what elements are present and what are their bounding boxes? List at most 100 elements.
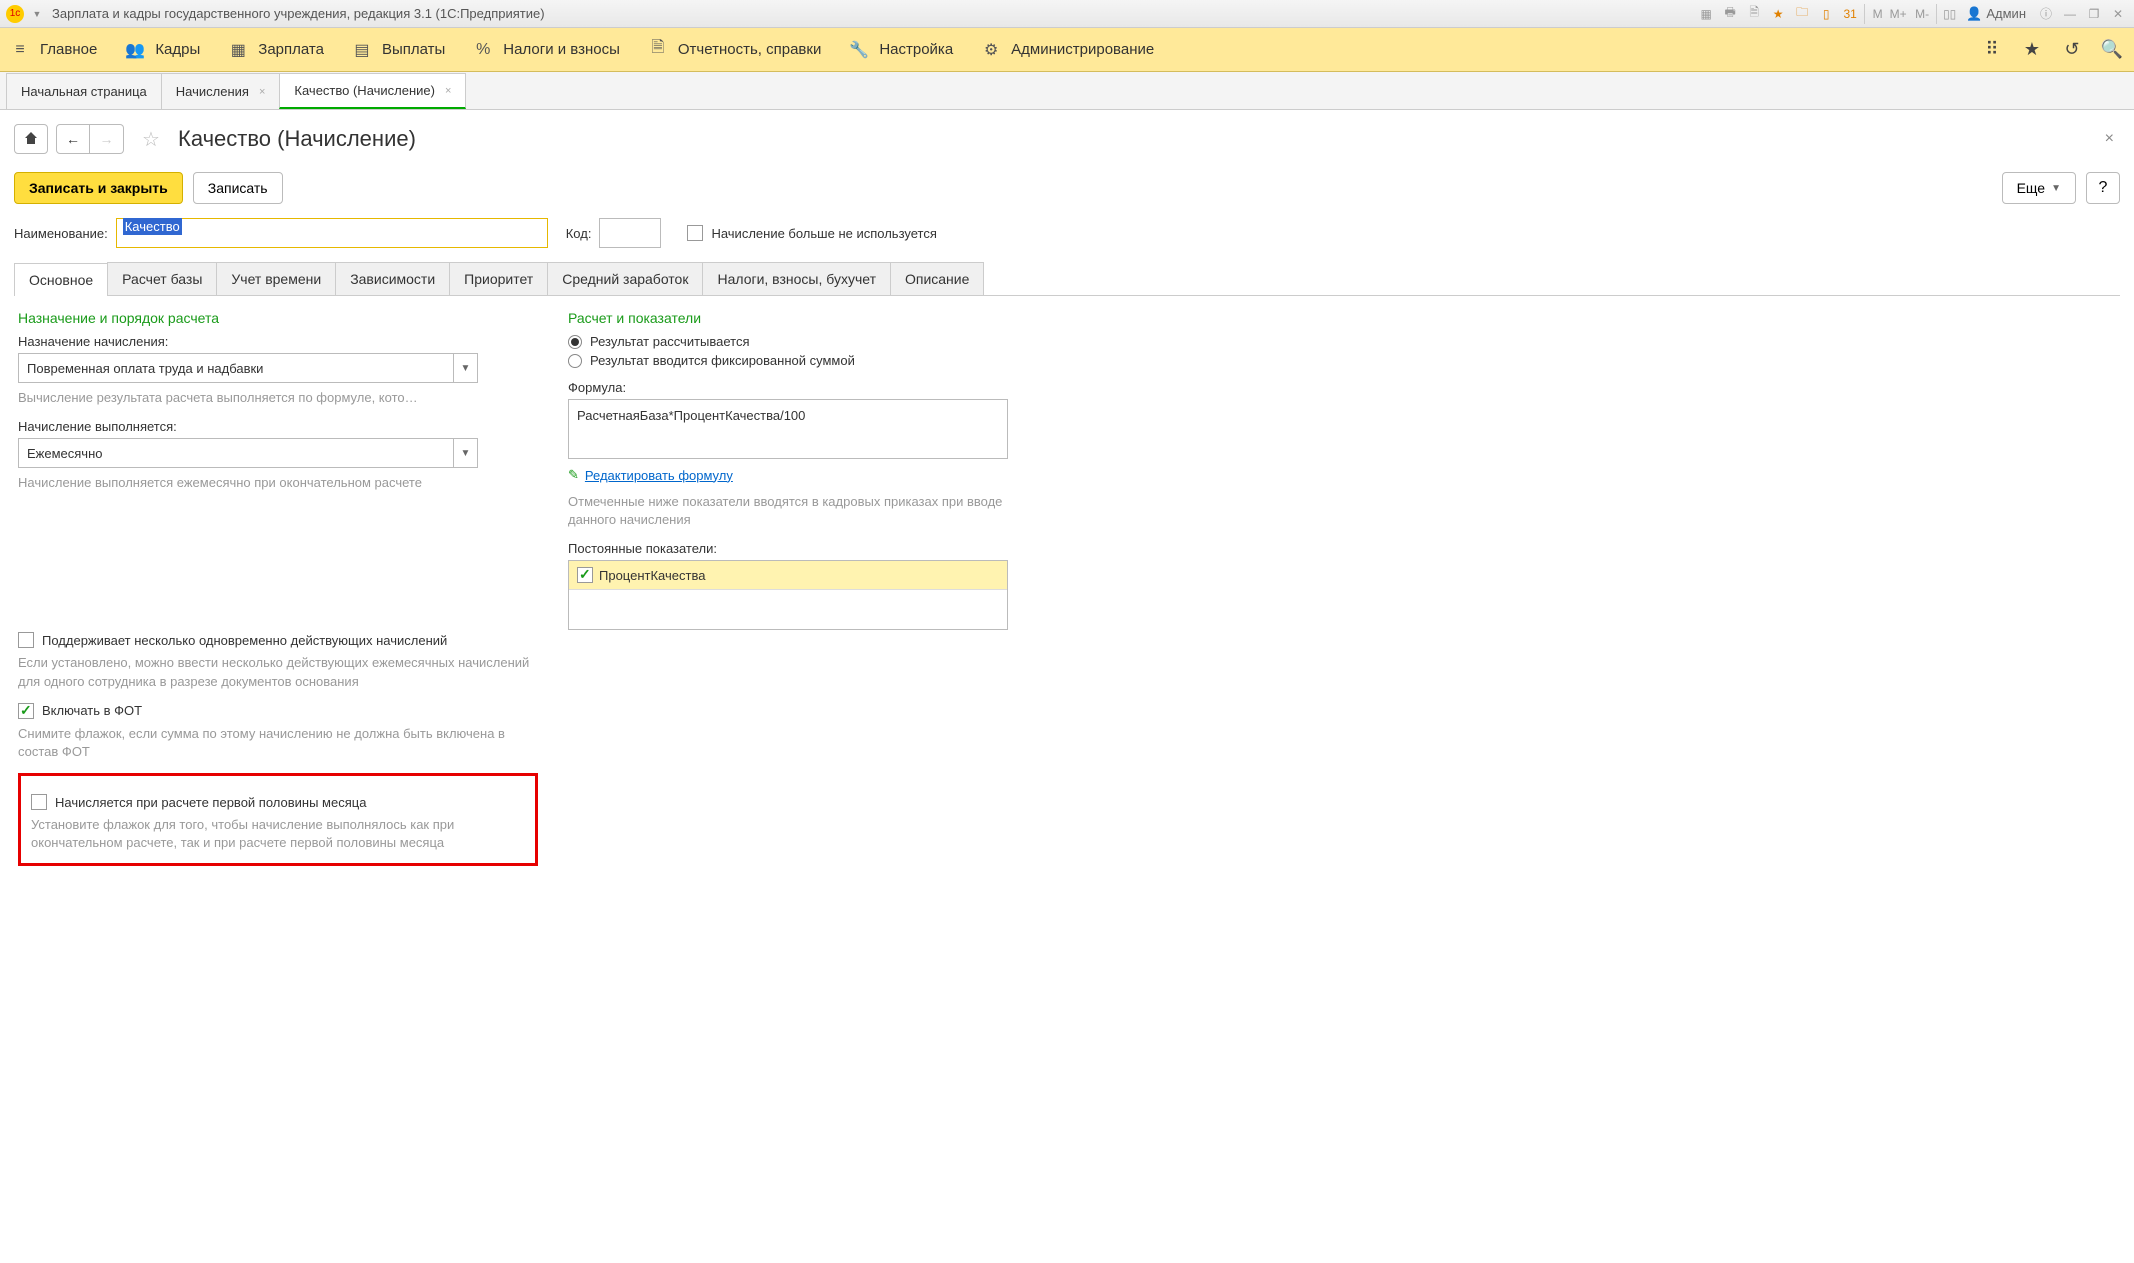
menu-label: Администрирование bbox=[1011, 41, 1154, 58]
multi-checkbox[interactable] bbox=[18, 632, 34, 648]
fot-checkbox[interactable] bbox=[18, 703, 34, 719]
name-value: Качество bbox=[123, 218, 182, 235]
menu-settings[interactable]: 🔧Настройка bbox=[849, 40, 953, 60]
indicator-checkbox[interactable] bbox=[577, 567, 593, 583]
name-input[interactable]: Качество bbox=[116, 218, 548, 248]
calc-m-icon[interactable]: M bbox=[1864, 4, 1884, 24]
tab-kachestvo[interactable]: Качество (Начисление) × bbox=[279, 73, 466, 109]
list-icon: ▤ bbox=[352, 40, 372, 60]
subtab-sredniy[interactable]: Средний заработок bbox=[547, 262, 703, 295]
indicators-hint: Отмеченные ниже показатели вводятся в ка… bbox=[568, 493, 1008, 529]
info-icon[interactable]: ⓘ bbox=[2036, 4, 2056, 24]
subtab-raschet-bazy[interactable]: Расчет базы bbox=[107, 262, 217, 295]
back-button[interactable]: ← bbox=[56, 124, 90, 154]
result-calculated-radio[interactable] bbox=[568, 335, 582, 349]
result-fixed-radio[interactable] bbox=[568, 354, 582, 368]
calc-mplus-icon[interactable]: M+ bbox=[1888, 4, 1908, 24]
bars-icon[interactable]: ▯ bbox=[1816, 4, 1836, 24]
minimize-icon[interactable]: — bbox=[2060, 4, 2080, 24]
calendar-icon[interactable]: 31 bbox=[1840, 4, 1860, 24]
close-icon[interactable]: × bbox=[445, 85, 451, 97]
close-icon[interactable]: × bbox=[259, 86, 265, 98]
tab-label: Качество (Начисление) bbox=[294, 83, 435, 98]
help-button[interactable]: ? bbox=[2086, 172, 2120, 204]
not-used-checkbox[interactable] bbox=[687, 225, 703, 241]
when-hint: Начисление выполняется ежемесячно при ок… bbox=[18, 474, 538, 492]
gear-icon: ⚙ bbox=[981, 40, 1001, 60]
purpose-select[interactable]: Повременная оплата труда и надбавки ▼ bbox=[18, 353, 478, 383]
not-used-label: Начисление больше не используется bbox=[711, 226, 936, 241]
save-button[interactable]: Записать bbox=[193, 172, 283, 204]
radio-fixed-row: Результат вводится фиксированной суммой bbox=[568, 353, 1008, 368]
multi-hint: Если установлено, можно ввести несколько… bbox=[18, 654, 538, 690]
close-icon[interactable]: ✕ bbox=[2108, 4, 2128, 24]
menu-zarplata[interactable]: ▦Зарплата bbox=[228, 40, 324, 60]
when-label: Начисление выполняется: bbox=[18, 419, 538, 434]
more-button[interactable]: Еще▼ bbox=[2002, 172, 2076, 204]
chevron-down-icon[interactable]: ▼ bbox=[454, 353, 478, 383]
right-column: Расчет и показатели Результат рассчитыва… bbox=[568, 310, 1008, 866]
purpose-label: Назначение начисления: bbox=[18, 334, 538, 349]
result-calculated-label: Результат рассчитывается bbox=[590, 334, 750, 349]
menu-label: Зарплата bbox=[258, 41, 324, 58]
menu-kadry[interactable]: 👥Кадры bbox=[125, 40, 200, 60]
menu-main[interactable]: ≡Главное bbox=[10, 40, 97, 60]
subtab-uchet-vremeni[interactable]: Учет времени bbox=[216, 262, 336, 295]
form-body: Назначение и порядок расчета Назначение … bbox=[14, 296, 2120, 880]
favorite-toggle[interactable]: ☆ bbox=[138, 126, 164, 152]
menu-vyplaty[interactable]: ▤Выплаты bbox=[352, 40, 445, 60]
subtab-osnovnoe[interactable]: Основное bbox=[14, 263, 108, 296]
calc-mminus-icon[interactable]: M- bbox=[1912, 4, 1932, 24]
subtab-prioritet[interactable]: Приоритет bbox=[449, 262, 548, 295]
user-name: Админ bbox=[1986, 6, 2026, 21]
favorite-icon[interactable]: ★ bbox=[2020, 38, 2044, 62]
user-badge[interactable]: 👤 Админ bbox=[1966, 6, 2026, 22]
apps-icon[interactable]: ⠿ bbox=[1980, 38, 2004, 62]
menu-label: Налоги и взносы bbox=[503, 41, 620, 58]
chevron-down-icon[interactable]: ▼ bbox=[454, 438, 478, 468]
menu-nalogi[interactable]: %Налоги и взносы bbox=[473, 40, 620, 60]
dropdown-icon[interactable]: ▼ bbox=[28, 5, 46, 23]
star-icon[interactable]: ★ bbox=[1768, 4, 1788, 24]
menu-admin[interactable]: ⚙ Администрирование bbox=[981, 40, 1154, 60]
toolbar: Записать и закрыть Записать Еще▼ ? bbox=[14, 172, 2120, 204]
window-title: Зарплата и кадры государственного учрежд… bbox=[52, 6, 1696, 21]
tab-startpage[interactable]: Начальная страница bbox=[6, 73, 162, 109]
page-close-button[interactable]: × bbox=[2105, 130, 2114, 148]
when-value: Ежемесячно bbox=[27, 446, 103, 461]
more-label: Еще bbox=[2017, 180, 2046, 196]
when-select[interactable]: Ежемесячно ▼ bbox=[18, 438, 478, 468]
indicator-item[interactable]: ПроцентКачества bbox=[569, 561, 1007, 590]
code-input[interactable] bbox=[599, 218, 661, 248]
half-month-checkbox[interactable] bbox=[31, 794, 47, 810]
grid-icon[interactable]: ▦ bbox=[1696, 4, 1716, 24]
subtab-opisanie[interactable]: Описание bbox=[890, 262, 984, 295]
subtab-zavisimosti[interactable]: Зависимости bbox=[335, 262, 450, 295]
name-label: Наименование: bbox=[14, 226, 108, 241]
edit-formula-link[interactable]: Редактировать формулу bbox=[585, 468, 733, 483]
save-close-button[interactable]: Записать и закрыть bbox=[14, 172, 183, 204]
print-icon[interactable]: 🖶 bbox=[1720, 4, 1740, 24]
wrench-icon: 🔧 bbox=[849, 40, 869, 60]
folder-icon[interactable]: 🗀 bbox=[1792, 4, 1812, 24]
titlebar: 1c ▼ Зарплата и кадры государственного у… bbox=[0, 0, 2134, 28]
arrow-right-icon: → bbox=[100, 131, 114, 147]
content: ← → ☆ Качество (Начисление) × Записать и… bbox=[0, 110, 2134, 894]
menu-label: Главное bbox=[40, 41, 97, 58]
panels-icon[interactable]: ▯▯ bbox=[1936, 4, 1956, 24]
subtab-nalogi[interactable]: Налоги, взносы, бухучет bbox=[702, 262, 891, 295]
formula-input[interactable]: РасчетнаяБаза*ПроцентКачества/100 bbox=[568, 399, 1008, 459]
radio-calc-row: Результат рассчитывается bbox=[568, 334, 1008, 349]
fot-hint: Снимите флажок, если сумма по этому начи… bbox=[18, 725, 538, 761]
fot-label: Включать в ФОТ bbox=[42, 703, 142, 718]
menu-reports[interactable]: 🗎Отчетность, справки bbox=[648, 40, 821, 60]
home-button[interactable] bbox=[14, 124, 48, 154]
history-icon[interactable]: ↺ bbox=[2060, 38, 2084, 62]
search-icon[interactable]: 🔍 bbox=[2100, 38, 2124, 62]
formula-value: РасчетнаяБаза*ПроцентКачества/100 bbox=[577, 408, 805, 423]
maximize-icon[interactable]: ❐ bbox=[2084, 4, 2104, 24]
highlighted-option: Начисляется при расчете первой половины … bbox=[18, 773, 538, 865]
doc-icon[interactable]: 🗎 bbox=[1744, 4, 1764, 24]
fot-row: Включать в ФОТ bbox=[18, 703, 538, 719]
tab-nachislenia[interactable]: Начисления× bbox=[161, 73, 281, 109]
